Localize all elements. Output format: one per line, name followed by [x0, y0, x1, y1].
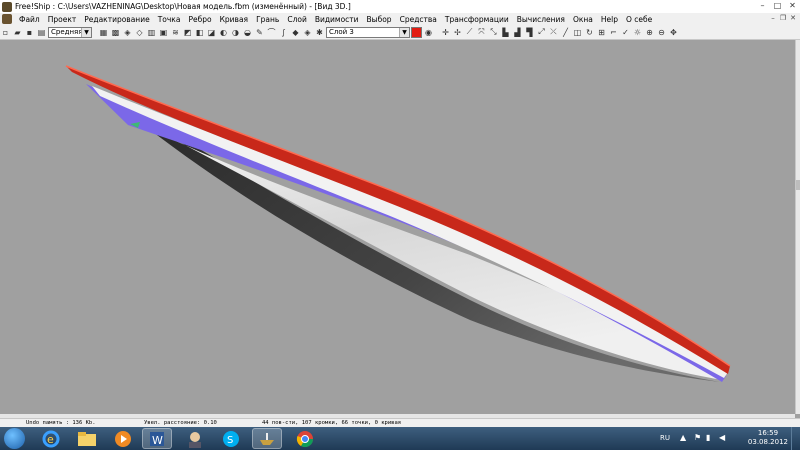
taskbar: e W S RU ▲ ⚑ ▮ ◀ 16:59 03.08.2012: [0, 427, 800, 450]
layer-select[interactable]: Слой 3 ▼: [326, 26, 410, 38]
system-tray: RU ▲ ⚑ ▮ ◀ 16:59 03.08.2012: [0, 427, 800, 450]
layer-edit-icon[interactable]: ✱: [314, 27, 325, 38]
menu-help[interactable]: Help: [597, 15, 622, 24]
hull-render: [65, 65, 731, 382]
scale-icon[interactable]: ⊞: [596, 27, 607, 38]
layer-props-icon[interactable]: ◈: [302, 27, 313, 38]
menu-visibility[interactable]: Видимости: [311, 15, 363, 24]
open-folder-icon[interactable]: ▰: [12, 27, 23, 38]
chevron-up-icon[interactable]: ▲: [680, 433, 686, 442]
new-edge-icon[interactable]: ╱: [560, 27, 571, 38]
menu-file[interactable]: Файл: [15, 15, 44, 24]
menu-tools[interactable]: Средства: [396, 15, 441, 24]
menu-layer[interactable]: Слой: [283, 15, 311, 24]
undo-memory-status: Undo память : 136 Kb.: [26, 420, 96, 426]
menu-curve[interactable]: Кривая: [216, 15, 253, 24]
clock-date: 03.08.2012: [747, 438, 788, 446]
mdi-minimize-button[interactable]: –: [768, 13, 778, 24]
check-model-icon[interactable]: ✓: [620, 27, 631, 38]
collapse-icon[interactable]: ⤡: [488, 27, 499, 38]
new-file-icon[interactable]: ▫: [0, 27, 11, 38]
menu-transformations[interactable]: Трансформации: [441, 15, 513, 24]
curvature-icon[interactable]: ◈: [122, 27, 133, 38]
zebra-icon[interactable]: ◑: [230, 27, 241, 38]
3d-viewport[interactable]: [0, 40, 795, 414]
flag-icon[interactable]: ⚑: [694, 433, 701, 442]
model-counts-status: 44 пов-сти, 107 кромки, 66 точки, 0 крив…: [262, 420, 402, 426]
markers-icon[interactable]: ✎: [254, 27, 265, 38]
mdi-close-button[interactable]: ✕: [788, 13, 798, 24]
light-icon[interactable]: ☼: [632, 27, 643, 38]
buttocks-icon[interactable]: ▣: [158, 27, 169, 38]
volume-icon[interactable]: ◀: [719, 433, 725, 442]
insert-point-icon[interactable]: ✢: [452, 27, 463, 38]
mdi-restore-button[interactable]: ❐: [778, 13, 788, 24]
unlock-icon[interactable]: ▟: [512, 27, 523, 38]
curve-icon[interactable]: ⌒: [266, 27, 277, 38]
chevron-down-icon[interactable]: ▼: [81, 27, 91, 37]
window-title: Free!Ship : C:\Users\VAZHENINAG\Desktop\…: [15, 2, 351, 11]
menu-edge[interactable]: Ребро: [184, 15, 215, 24]
menu-point[interactable]: Точка: [154, 15, 185, 24]
menu-face[interactable]: Грань: [252, 15, 283, 24]
lock-icon[interactable]: ▙: [500, 27, 511, 38]
diagonals-icon[interactable]: ◩: [182, 27, 193, 38]
chevron-down-icon[interactable]: ▼: [399, 27, 409, 37]
menu-project[interactable]: Проект: [44, 15, 81, 24]
document-icon[interactable]: [2, 14, 12, 24]
stations-icon[interactable]: ▥: [146, 27, 157, 38]
mirror-icon[interactable]: ◫: [572, 27, 583, 38]
zoom-out-icon[interactable]: ⊖: [656, 27, 667, 38]
network-icon[interactable]: ▮: [706, 433, 710, 442]
clock-time: 16:59: [757, 429, 779, 437]
rotate-icon[interactable]: ↻: [584, 27, 595, 38]
save-icon[interactable]: ▪: [24, 27, 35, 38]
shade-icon[interactable]: ◐: [218, 27, 229, 38]
new-curve-icon[interactable]: ⌐: [608, 27, 619, 38]
title-bar: Free!Ship : C:\Users\VAZHENINAG\Desktop\…: [0, 0, 800, 13]
menu-calculations[interactable]: Вычисления: [513, 15, 569, 24]
menu-bar: Файл Проект Редактирование Точка Ребро К…: [0, 13, 800, 25]
close-button[interactable]: ✕: [785, 0, 800, 12]
split-edge-icon[interactable]: ⤧: [476, 27, 487, 38]
distance-status: Увел. расстояние: 0.10: [144, 420, 217, 426]
layer-select-value: Слой 3: [329, 28, 354, 36]
interior-edges-icon[interactable]: ◇: [134, 27, 145, 38]
grid-icon[interactable]: ▦: [98, 27, 109, 38]
flowlines-icon[interactable]: ◪: [206, 27, 217, 38]
hydrostatics-icon[interactable]: ◧: [194, 27, 205, 38]
connect-icon[interactable]: ⟋: [464, 27, 475, 38]
unlock-all-icon[interactable]: ▜: [524, 27, 535, 38]
menu-windows[interactable]: Окна: [569, 15, 597, 24]
menu-edit[interactable]: Редактирование: [80, 15, 153, 24]
control-net-icon[interactable]: ▩: [110, 27, 121, 38]
maximize-button[interactable]: □: [770, 0, 785, 12]
precision-select-value: Средняя: [51, 28, 83, 36]
print-icon[interactable]: ▤: [36, 27, 47, 38]
vertical-scrollbar[interactable]: [795, 40, 800, 414]
extrude-icon[interactable]: ⤢: [536, 27, 547, 38]
menu-selection[interactable]: Выбор: [363, 15, 396, 24]
app-icon: [2, 1, 12, 12]
select-layer-icon[interactable]: ◆: [290, 27, 301, 38]
developable-icon[interactable]: ◒: [242, 27, 253, 38]
clock[interactable]: 16:59 03.08.2012: [748, 429, 788, 447]
precision-select[interactable]: Средняя ▼: [48, 26, 92, 38]
show-desktop-button[interactable]: [791, 427, 800, 450]
pan-icon[interactable]: ✥: [668, 27, 679, 38]
spline-icon[interactable]: ∫: [278, 27, 289, 38]
waterlines-icon[interactable]: ≋: [170, 27, 181, 38]
scroll-thumb[interactable]: [796, 180, 800, 190]
layer-color-swatch[interactable]: [411, 26, 422, 38]
menu-about[interactable]: О себе: [622, 15, 656, 24]
minimize-button[interactable]: –: [755, 0, 770, 12]
hull-bottom-plating: [128, 118, 722, 380]
move-icon[interactable]: ✛: [440, 27, 451, 38]
toolbar: ▫ ▰ ▪ ▤ Средняя ▼ ▦ ▩ ◈ ◇ ▥ ▣ ≋ ◩ ◧ ◪ ◐ …: [0, 25, 800, 40]
zoom-in-icon[interactable]: ⊕: [644, 27, 655, 38]
crease-icon[interactable]: ⤫: [548, 27, 559, 38]
layer-manager-icon[interactable]: ◉: [423, 27, 434, 38]
language-indicator[interactable]: RU: [660, 434, 670, 442]
